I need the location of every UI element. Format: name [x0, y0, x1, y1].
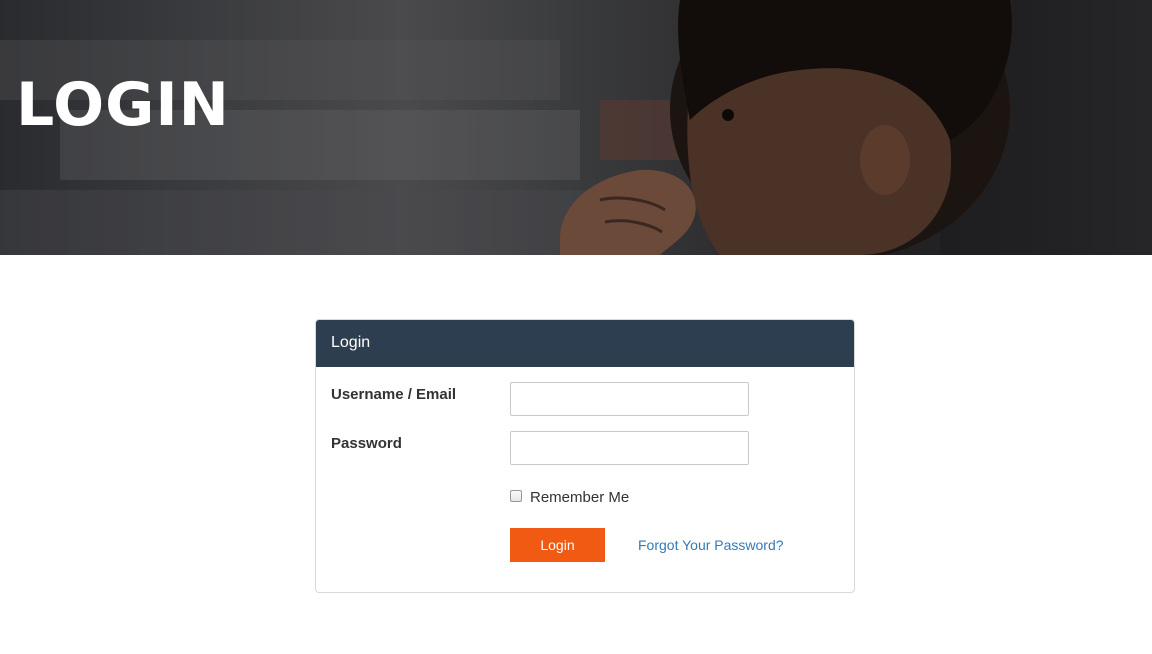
remember-me-label[interactable]: Remember Me	[530, 489, 629, 506]
remember-me-checkbox[interactable]	[510, 489, 522, 502]
username-label: Username / Email	[331, 386, 457, 403]
password-label: Password	[331, 435, 402, 452]
login-panel-heading: Login	[316, 320, 854, 367]
remember-me-row: Remember Me	[510, 489, 629, 506]
username-input[interactable]	[510, 382, 749, 416]
login-button[interactable]: Login	[510, 528, 605, 562]
hero-banner: LOGIN	[0, 0, 1152, 255]
forgot-password-link[interactable]: Forgot Your Password?	[638, 537, 784, 553]
page-title: LOGIN	[16, 70, 230, 140]
password-input[interactable]	[510, 431, 749, 465]
login-panel: Login Username / Email Password Remember…	[315, 319, 855, 593]
